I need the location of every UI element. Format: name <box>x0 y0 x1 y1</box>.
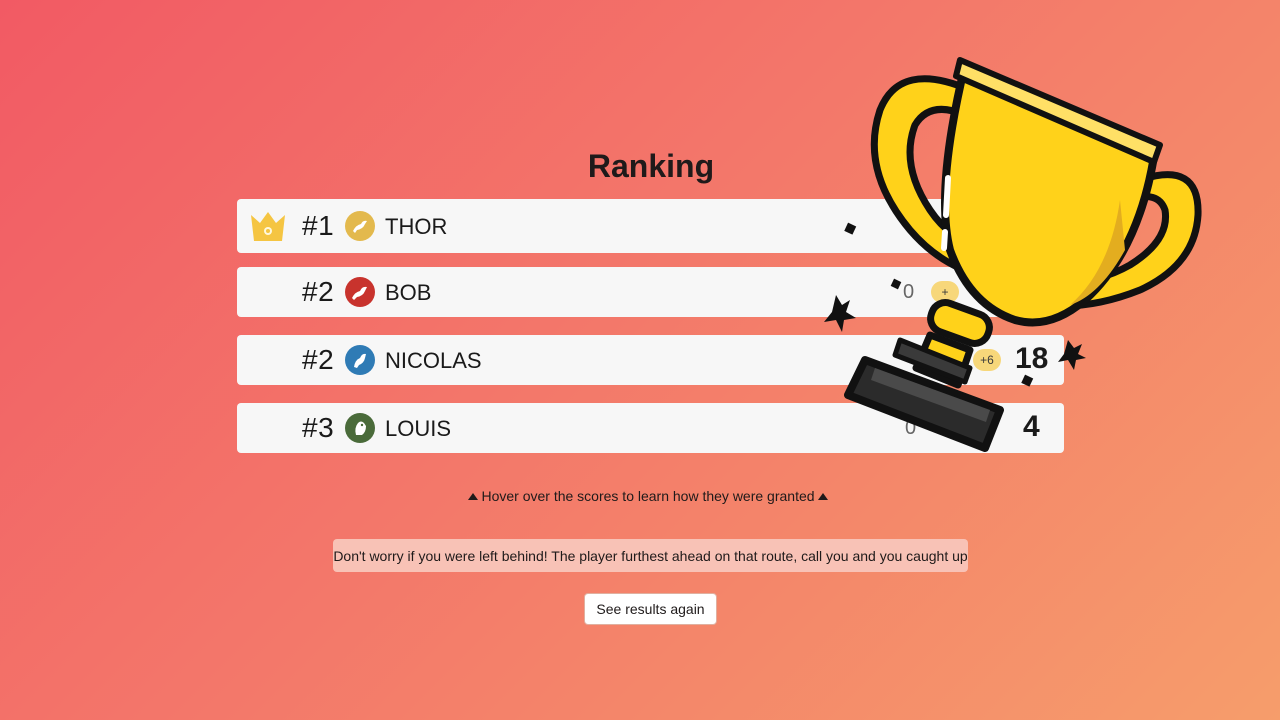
arrow-up-icon <box>818 493 829 500</box>
player-name: NICOLAS <box>385 348 482 373</box>
bird-icon <box>345 211 375 241</box>
trophy-icon <box>824 57 1202 452</box>
owl-icon <box>345 413 375 443</box>
hover-hint: Hover over the scores to learn how they … <box>0 488 1280 504</box>
player-name: BOB <box>385 280 432 305</box>
arrow-up-icon <box>467 493 478 500</box>
rank-label: #2 <box>302 344 335 375</box>
hint-text: Hover over the scores to learn how they … <box>481 488 815 504</box>
crow-icon <box>345 277 375 307</box>
player-name: THOR <box>385 214 448 239</box>
rank-label: #1 <box>302 210 335 241</box>
rank-label: #3 <box>302 412 335 443</box>
rank-label: #2 <box>302 276 335 307</box>
crown-icon <box>249 209 287 248</box>
see-results-again-button[interactable]: See results again <box>584 593 717 625</box>
player-name: LOUIS <box>385 416 452 441</box>
bird-icon <box>345 345 375 375</box>
catch-up-note: Don't worry if you were left behind! The… <box>333 539 968 572</box>
